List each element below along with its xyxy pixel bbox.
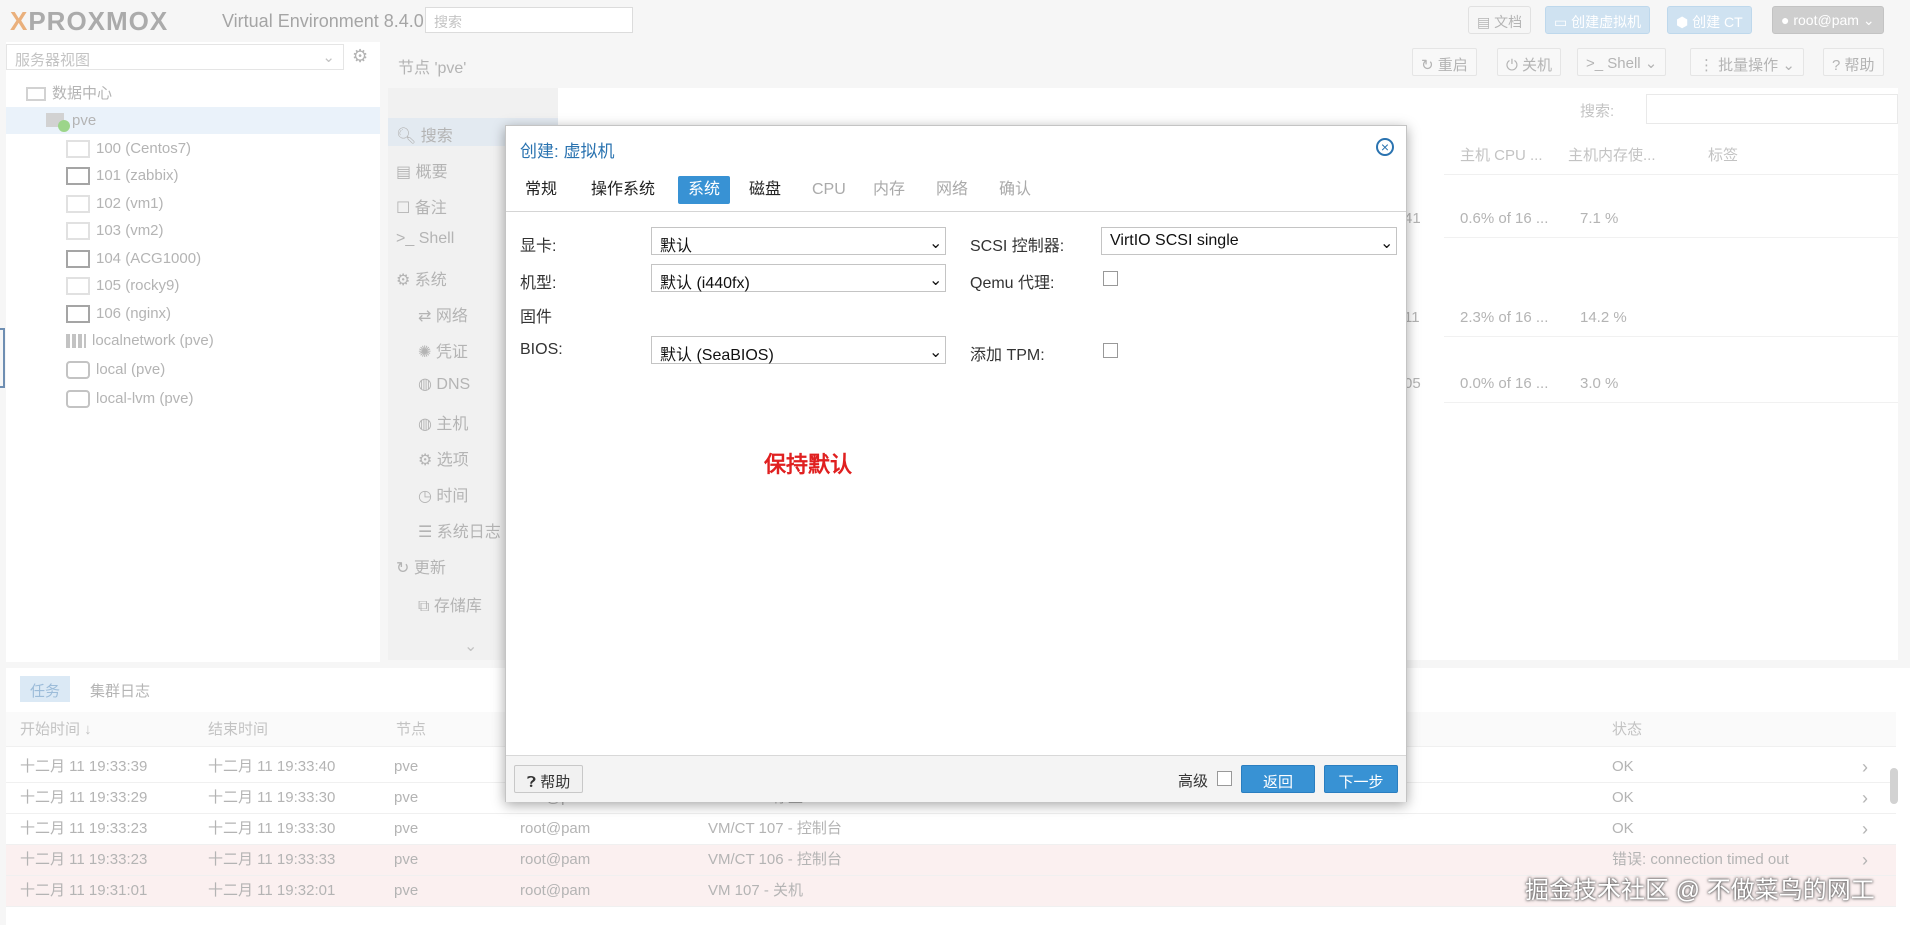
scsi-controller-label: SCSI 控制器: — [970, 238, 1065, 255]
tab-confirm[interactable]: 确认 — [989, 176, 1041, 204]
dialog-title: 创建: 虚拟机 — [520, 142, 615, 161]
graphics-select[interactable]: 默认 ⌄ — [651, 227, 946, 255]
advanced-label: 高级 — [1178, 773, 1209, 790]
machine-select[interactable]: 默认 (i440fx) ⌄ — [651, 264, 946, 292]
help-button[interactable]: ❓︎ 帮助 — [514, 765, 584, 793]
close-icon[interactable]: × — [1376, 138, 1394, 156]
watermark-text: 掘金技术社区 @ 不做菜鸟的网工 — [1525, 877, 1875, 904]
question-circle-icon: ❓︎ — [527, 774, 541, 791]
chevron-down-icon: ⌄ — [1380, 235, 1394, 252]
firmware-heading: 固件 — [520, 309, 553, 326]
tab-network[interactable]: 网络 — [926, 176, 978, 204]
qemu-agent-checkbox[interactable] — [1103, 271, 1118, 286]
scsi-controller-select[interactable]: VirtIO SCSI single ⌄ — [1101, 227, 1397, 255]
add-tpm-checkbox[interactable] — [1103, 343, 1118, 358]
annotation-keep-default: 保持默认 — [764, 452, 853, 477]
tab-general[interactable]: 常规 — [515, 176, 567, 204]
chevron-down-icon: ⌄ — [929, 272, 943, 289]
tab-divider — [506, 211, 1406, 212]
create-vm-dialog: 创建: 虚拟机 × 常规 操作系统 系统 磁盘 CPU 内存 网络 确认 显卡:… — [505, 125, 1407, 802]
tab-cpu[interactable]: CPU — [802, 176, 856, 204]
machine-label: 机型: — [520, 275, 557, 292]
tab-system[interactable]: 系统 — [678, 176, 731, 204]
bios-select[interactable]: 默认 (SeaBIOS) ⌄ — [651, 336, 946, 364]
chevron-down-icon: ⌄ — [929, 235, 943, 252]
advanced-checkbox[interactable] — [1217, 771, 1232, 786]
back-button[interactable]: 返回 — [1241, 765, 1315, 793]
qemu-agent-label: Qemu 代理: — [970, 275, 1055, 292]
dialog-footer: ❓︎ 帮助 高级 返回 下一步 — [506, 755, 1406, 802]
add-tpm-label: 添加 TPM: — [970, 347, 1045, 364]
chevron-down-icon: ⌄ — [929, 344, 943, 361]
bios-label: BIOS: — [520, 341, 563, 358]
tab-os[interactable]: 操作系统 — [581, 176, 665, 204]
tab-memory[interactable]: 内存 — [863, 176, 915, 204]
tab-disks[interactable]: 磁盘 — [739, 176, 791, 204]
graphics-label: 显卡: — [520, 238, 557, 255]
next-button[interactable]: 下一步 — [1324, 765, 1398, 793]
